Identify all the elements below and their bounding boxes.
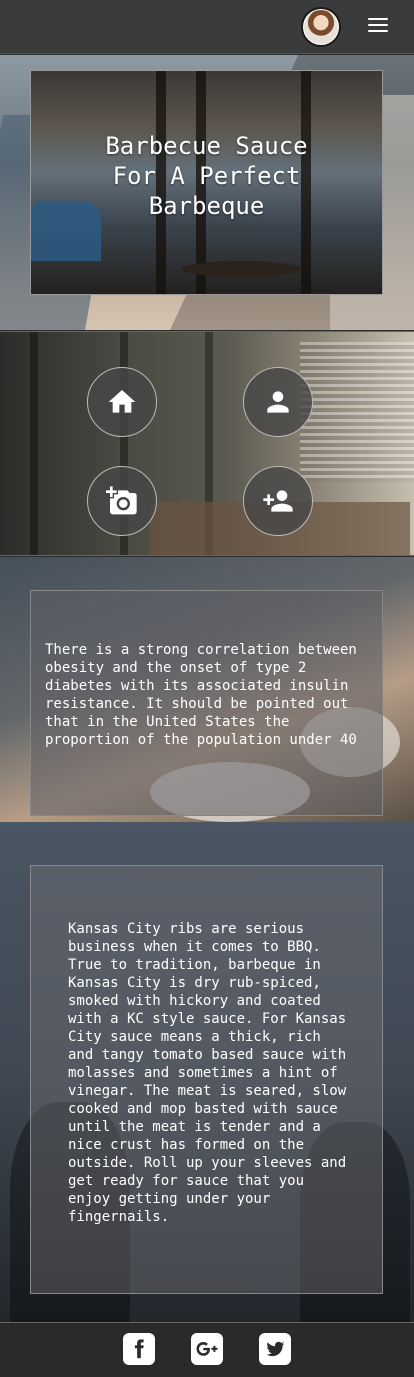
hero-section: Barbecue Sauce For A Perfect Barbeque bbox=[0, 55, 414, 330]
info-section-2: Kansas City ribs are serious business wh… bbox=[0, 822, 414, 1322]
top-bar bbox=[0, 0, 414, 54]
add-photo-button[interactable] bbox=[87, 466, 157, 536]
twitter-link[interactable] bbox=[259, 1333, 291, 1365]
footer bbox=[0, 1322, 414, 1377]
google-plus-icon bbox=[196, 1342, 218, 1356]
home-button[interactable] bbox=[87, 367, 157, 437]
nav-section bbox=[0, 331, 414, 556]
add-user-icon bbox=[263, 490, 293, 512]
text-card-1: There is a strong correlation between ob… bbox=[30, 590, 383, 816]
hero-card: Barbecue Sauce For A Perfect Barbeque bbox=[30, 70, 383, 295]
profile-button[interactable] bbox=[243, 367, 313, 437]
info-section-1: There is a strong correlation between ob… bbox=[0, 557, 414, 822]
facebook-link[interactable] bbox=[123, 1333, 155, 1365]
google-plus-link[interactable] bbox=[191, 1333, 223, 1365]
avatar[interactable] bbox=[301, 7, 341, 47]
card-2-text: Kansas City ribs are serious business wh… bbox=[68, 921, 347, 1225]
twitter-icon bbox=[266, 1341, 285, 1357]
hamburger-menu-icon[interactable] bbox=[366, 15, 390, 39]
user-icon bbox=[267, 391, 289, 413]
add-user-button[interactable] bbox=[243, 466, 313, 536]
hero-title: Barbecue Sauce For A Perfect Barbeque bbox=[105, 132, 308, 220]
home-icon bbox=[108, 390, 136, 413]
add-photo-icon bbox=[106, 486, 137, 515]
facebook-icon bbox=[134, 1339, 144, 1359]
card-1-text: There is a strong correlation between ob… bbox=[45, 642, 357, 748]
text-card-2: Kansas City ribs are serious business wh… bbox=[30, 865, 383, 1294]
